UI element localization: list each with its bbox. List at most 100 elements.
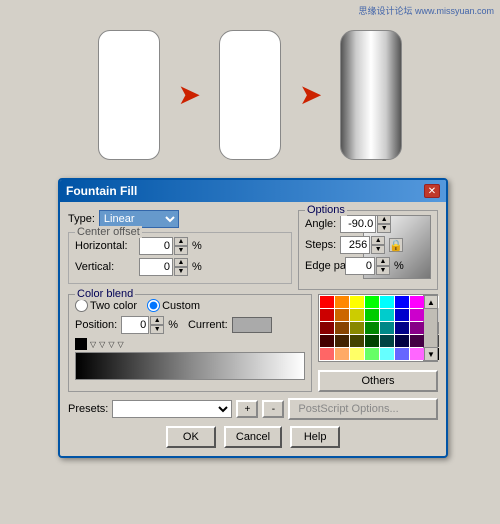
- color-swatch-21[interactable]: [395, 322, 409, 334]
- current-color-swatch: [232, 317, 272, 333]
- two-color-radio[interactable]: [75, 299, 88, 312]
- arrow-down-1[interactable]: ▽: [90, 340, 96, 349]
- angle-row: Angle: ▲ ▼: [305, 215, 359, 233]
- vertical-spin-up[interactable]: ▲: [174, 258, 188, 267]
- angle-spin-down[interactable]: ▼: [377, 224, 391, 233]
- horizontal-spin-buttons: ▲ ▼: [174, 237, 188, 255]
- steps-input[interactable]: [340, 236, 370, 254]
- presets-add-button[interactable]: +: [236, 400, 258, 418]
- color-swatch-11[interactable]: [365, 309, 379, 321]
- presets-select[interactable]: [112, 400, 232, 418]
- arrow-down-4[interactable]: ▽: [117, 340, 123, 349]
- steps-label: Steps:: [305, 239, 336, 251]
- angle-input[interactable]: [340, 215, 376, 233]
- dialog-titlebar: Fountain Fill ✕: [60, 180, 446, 202]
- gradient-start-marker[interactable]: [75, 338, 87, 350]
- edge-pad-row: Edge pad: ▲ ▼ %: [305, 257, 359, 275]
- postscript-button[interactable]: PostScript Options...: [288, 398, 438, 420]
- horizontal-spin-up[interactable]: ▲: [174, 237, 188, 246]
- custom-label: Custom: [162, 300, 200, 312]
- presets-delete-button[interactable]: -: [262, 400, 284, 418]
- palette-scrollbar: ▲ ▼: [424, 294, 438, 362]
- color-swatch-8[interactable]: [320, 309, 334, 321]
- color-swatch-28[interactable]: [380, 335, 394, 347]
- vertical-spinbox: ▲ ▼: [139, 258, 188, 276]
- color-swatch-14[interactable]: [410, 309, 424, 321]
- edge-pad-spin-up[interactable]: ▲: [376, 257, 390, 266]
- color-swatch-19[interactable]: [365, 322, 379, 334]
- watermark: 思缘设计论坛 www.missyuan.com: [358, 4, 494, 17]
- angle-spin-up[interactable]: ▲: [377, 215, 391, 224]
- steps-spin-down[interactable]: ▼: [371, 245, 385, 254]
- illustration-area: ➤ ➤: [0, 0, 500, 190]
- arrow-down-3[interactable]: ▽: [108, 340, 114, 349]
- scroll-up-button[interactable]: ▲: [424, 295, 438, 309]
- color-swatch-0[interactable]: [320, 296, 334, 308]
- help-button[interactable]: Help: [290, 426, 340, 448]
- color-swatch-12[interactable]: [380, 309, 394, 321]
- color-swatch-27[interactable]: [365, 335, 379, 347]
- dialog-close-button[interactable]: ✕: [424, 184, 440, 198]
- horizontal-label: Horizontal:: [75, 240, 135, 252]
- color-swatch-25[interactable]: [335, 335, 349, 347]
- angle-label: Angle:: [305, 218, 336, 230]
- scroll-track: [424, 309, 437, 347]
- arrow-down-2[interactable]: ▽: [99, 340, 105, 349]
- color-swatch-36[interactable]: [380, 348, 394, 360]
- bottom-section: Color blend Two color Custom Position:: [68, 294, 438, 392]
- horizontal-spinbox: ▲ ▼: [139, 237, 188, 255]
- position-spin-down[interactable]: ▼: [150, 325, 164, 334]
- position-input[interactable]: [121, 316, 149, 334]
- custom-radio[interactable]: [147, 299, 160, 312]
- position-current-row: Position: ▲ ▼ % Current:: [75, 316, 305, 334]
- vertical-spin-down[interactable]: ▼: [174, 267, 188, 276]
- color-swatch-24[interactable]: [320, 335, 334, 347]
- presets-row: Presets: + - PostScript Options...: [68, 398, 438, 420]
- steps-spin-up[interactable]: ▲: [371, 236, 385, 245]
- arrow-icon-2: ➤: [299, 81, 322, 109]
- ok-button[interactable]: OK: [166, 426, 216, 448]
- color-swatch-2[interactable]: [350, 296, 364, 308]
- lock-icon[interactable]: 🔒: [389, 238, 403, 252]
- color-swatch-20[interactable]: [380, 322, 394, 334]
- angle-spinbox: ▲ ▼: [340, 215, 391, 233]
- scroll-down-button[interactable]: ▼: [424, 347, 438, 361]
- color-swatch-29[interactable]: [395, 335, 409, 347]
- horizontal-spin-down[interactable]: ▼: [174, 246, 188, 255]
- options-label: Options: [305, 204, 347, 216]
- color-swatch-17[interactable]: [335, 322, 349, 334]
- others-button[interactable]: Others: [318, 370, 438, 392]
- color-swatch-37[interactable]: [395, 348, 409, 360]
- gradient-bar[interactable]: [75, 352, 305, 380]
- color-swatch-13[interactable]: [395, 309, 409, 321]
- color-swatch-4[interactable]: [380, 296, 394, 308]
- color-swatch-33[interactable]: [335, 348, 349, 360]
- color-swatch-10[interactable]: [350, 309, 364, 321]
- dialog-buttons-row: OK Cancel Help: [68, 426, 438, 448]
- color-swatch-6[interactable]: [410, 296, 424, 308]
- color-swatch-22[interactable]: [410, 322, 424, 334]
- color-swatch-16[interactable]: [320, 322, 334, 334]
- color-swatch-38[interactable]: [410, 348, 424, 360]
- color-swatch-1[interactable]: [335, 296, 349, 308]
- color-blend-label: Color blend: [75, 288, 135, 300]
- color-swatch-18[interactable]: [350, 322, 364, 334]
- color-swatch-26[interactable]: [350, 335, 364, 347]
- edge-pad-spin-down[interactable]: ▼: [376, 266, 390, 275]
- edge-pad-input[interactable]: [345, 257, 375, 275]
- color-swatch-35[interactable]: [365, 348, 379, 360]
- gradient-markers-row: ▽ ▽ ▽ ▽: [75, 338, 305, 350]
- color-swatch-32[interactable]: [320, 348, 334, 360]
- vertical-input[interactable]: [139, 258, 173, 276]
- vertical-label: Vertical:: [75, 261, 135, 273]
- position-spin-up[interactable]: ▲: [150, 316, 164, 325]
- color-swatch-34[interactable]: [350, 348, 364, 360]
- horizontal-input[interactable]: [139, 237, 173, 255]
- color-swatch-9[interactable]: [335, 309, 349, 321]
- palette-with-scroll: ▲ ▼: [318, 294, 438, 362]
- color-swatch-30[interactable]: [410, 335, 424, 347]
- shape-before: [98, 30, 160, 160]
- color-swatch-3[interactable]: [365, 296, 379, 308]
- color-swatch-5[interactable]: [395, 296, 409, 308]
- cancel-button[interactable]: Cancel: [224, 426, 282, 448]
